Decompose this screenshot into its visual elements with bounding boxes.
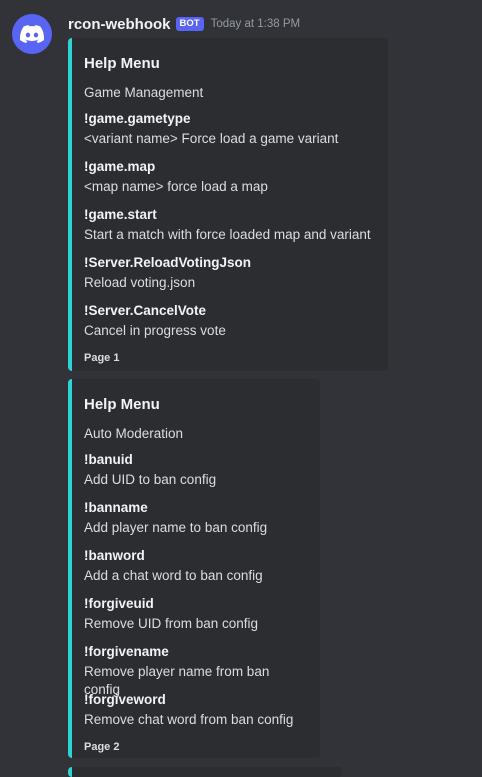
field-name: !game.start (84, 207, 157, 222)
field-value: Add player name to ban config (84, 520, 268, 535)
bot-avatar[interactable] (12, 14, 52, 54)
embed-field: !banname Add player name to ban config (84, 499, 308, 537)
field-name: !banuid (84, 452, 133, 467)
chat-window: rcon-webhook BOT Today at 1:38 PM Help M… (0, 0, 482, 777)
help-embed-page-1: Help Menu Game Management !game.gametype… (68, 38, 388, 371)
embed-field: !banword Add a chat word to ban config (84, 547, 308, 585)
embed-footer: Page 2 (84, 741, 120, 753)
field-value: Cancel in progress vote (84, 323, 226, 338)
username[interactable]: rcon-webhook (68, 16, 171, 33)
field-name: !Server.ReloadVotingJson (84, 255, 252, 270)
field-name: !Server.CancelVote (84, 303, 207, 318)
field-value: Add a chat word to ban config (84, 568, 263, 583)
embed-field: !forgivename Remove player name from ban… (84, 643, 308, 697)
embed-field: !forgiveuid Remove UID from ban config (84, 595, 308, 633)
field-value: Start a match with force loaded map and … (84, 227, 371, 242)
embed-field: !game.map <map name> force load a map (84, 158, 376, 196)
embed-field: !game.start Start a match with force loa… (84, 206, 376, 244)
field-value: Remove UID from ban config (84, 616, 259, 631)
field-name: !forgivename (84, 644, 169, 659)
discord-logo-icon (20, 25, 44, 43)
embed-field: !Server.CancelVote Cancel in progress vo… (84, 302, 376, 340)
field-value: <map name> force load a map (84, 179, 268, 194)
message-header: rcon-webhook BOT Today at 1:38 PM (68, 14, 300, 34)
field-name: !banname (84, 500, 148, 515)
timestamp: Today at 1:38 PM (210, 18, 301, 30)
help-embed-next (68, 767, 342, 777)
field-name: !game.map (84, 159, 156, 174)
embed-title: Help Menu (84, 396, 160, 413)
embed-field: !forgiveword Remove chat word from ban c… (84, 691, 308, 729)
embed-description: Auto Moderation (84, 426, 184, 441)
field-value: Reload voting.json (84, 275, 196, 290)
field-name: !game.gametype (84, 111, 191, 126)
embed-field: !Server.ReloadVotingJson Reload voting.j… (84, 254, 376, 292)
embed-field: !banuid Add UID to ban config (84, 451, 308, 489)
bot-tag: BOT (175, 17, 204, 31)
field-value: Remove player name from ban config (84, 664, 270, 697)
field-value: <variant name> Force load a game variant (84, 131, 339, 146)
embed-field: !game.gametype <variant name> Force load… (84, 110, 376, 148)
embed-footer: Page 1 (84, 352, 120, 364)
field-name: !forgiveword (84, 692, 166, 707)
field-name: !forgiveuid (84, 596, 154, 611)
field-name: !banword (84, 548, 145, 563)
field-value: Remove chat word from ban config (84, 712, 294, 727)
embed-description: Game Management (84, 85, 204, 100)
field-value: Add UID to ban config (84, 472, 217, 487)
help-embed-page-2: Help Menu Auto Moderation !banuid Add UI… (68, 379, 320, 758)
embed-title: Help Menu (84, 55, 160, 72)
